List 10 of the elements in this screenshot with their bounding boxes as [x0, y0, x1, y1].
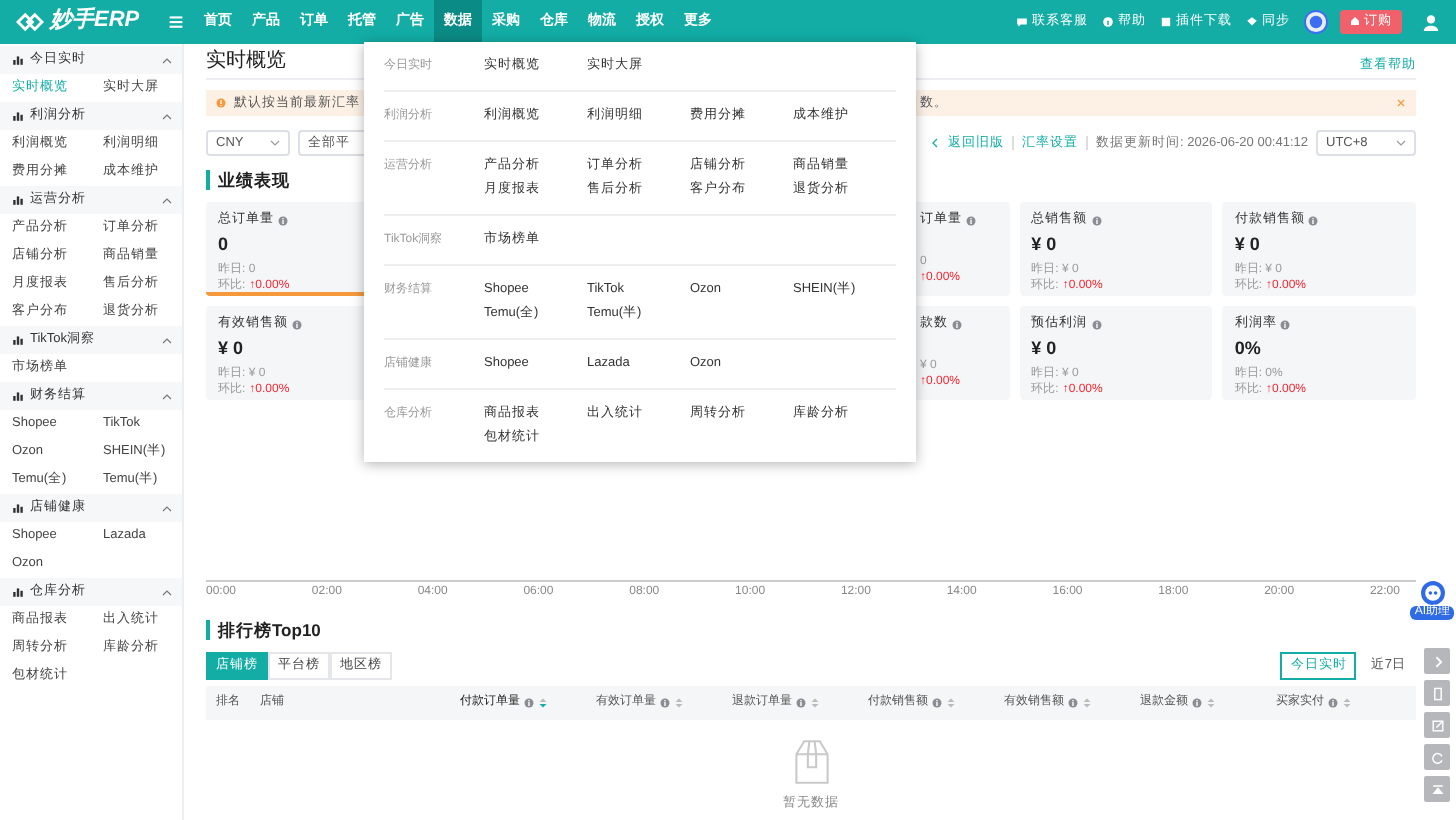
- section-title: 排行榜Top10: [218, 620, 321, 641]
- metric-value: ¥ 0: [218, 337, 244, 360]
- metric-value: ¥ 0: [1031, 233, 1057, 256]
- metric-value: ¥ 0: [1031, 337, 1057, 360]
- section-title: 业绩表现: [218, 170, 290, 191]
- metric-value: ¥ 0: [1234, 233, 1260, 256]
- metric-value: 0: [218, 233, 229, 256]
- page-title: 实时概览: [206, 50, 286, 74]
- brand-name: 妙手ERP: [50, 8, 140, 36]
- metric-value: 0%: [1234, 337, 1261, 360]
